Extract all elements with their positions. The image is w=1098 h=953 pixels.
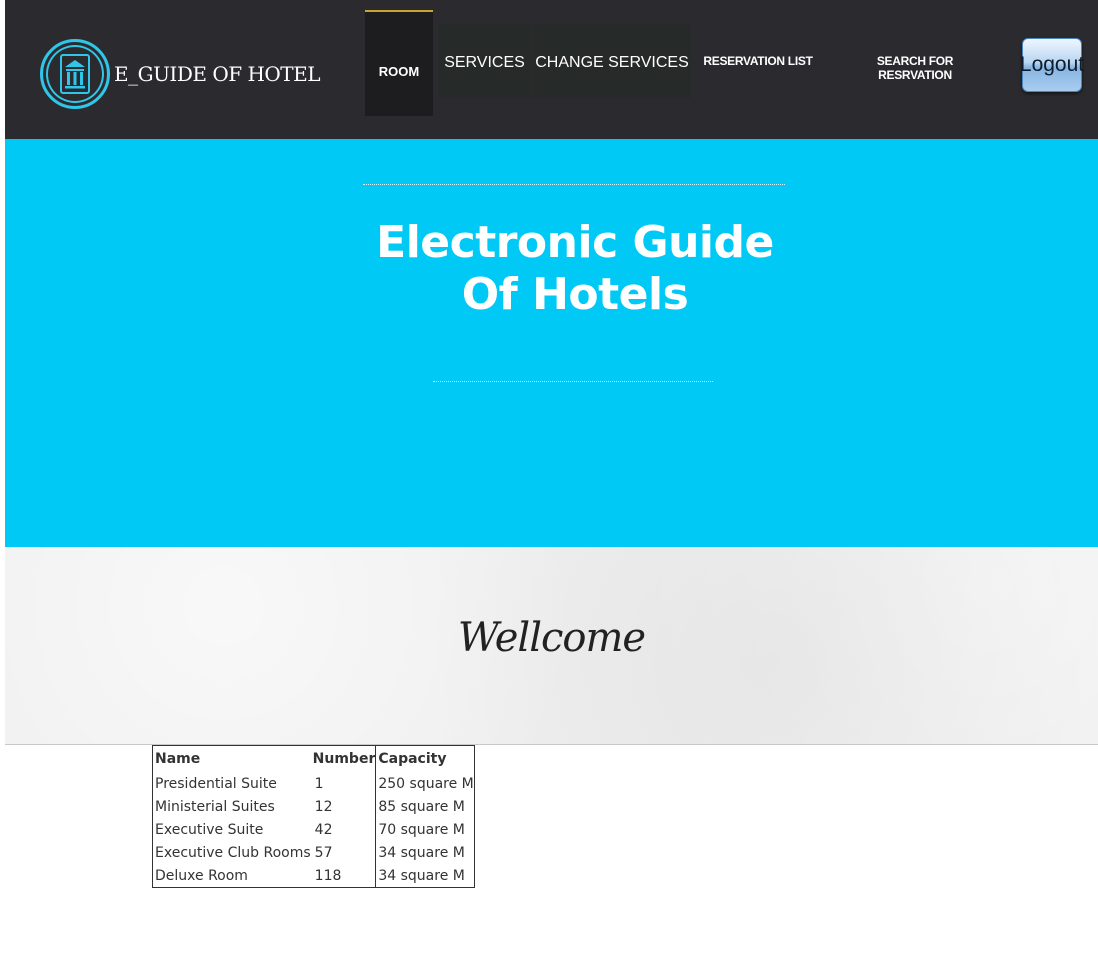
room-number: 118 — [314, 867, 342, 884]
nav-room[interactable]: ROOM — [365, 10, 433, 116]
hero-title: Electronic Guide Of Hotels — [325, 217, 825, 321]
room-name: Deluxe Room — [155, 867, 248, 884]
room-name: Ministerial Suites — [155, 798, 275, 815]
hero-divider-top — [363, 184, 785, 185]
table-row: Presidential Suite 1 250 square M — [153, 772, 475, 795]
room-number: 12 — [314, 798, 333, 815]
hero-title-line-1: Electronic Guide — [376, 217, 774, 268]
brand[interactable]: E_GUIDE OF HOTEL — [40, 32, 321, 116]
table-row: Executive Suite 42 70 square M — [153, 818, 475, 841]
welcome-section: Wellcome — [5, 547, 1098, 745]
hotel-building-icon — [40, 39, 110, 109]
nav-services[interactable]: SERVICES — [438, 24, 531, 98]
table-row: Executive Club Rooms 57 34 square M — [153, 841, 475, 864]
brand-name: E_GUIDE OF HOTEL — [114, 62, 321, 86]
room-capacity: 34 square M — [375, 864, 475, 888]
room-name: Executive Club Rooms — [155, 844, 311, 861]
column-header-name: Name — [155, 751, 201, 767]
logout-button[interactable]: Logout — [1020, 38, 1084, 92]
room-name: Executive Suite — [155, 821, 264, 838]
room-capacity: 85 square M — [375, 795, 475, 818]
room-capacity: 70 square M — [375, 818, 475, 841]
hero-divider-bottom — [433, 381, 713, 382]
hero-banner: Electronic Guide Of Hotels — [5, 139, 1098, 547]
table-header-row: Name Number Capacity — [153, 745, 475, 772]
room-name: Presidential Suite — [155, 775, 277, 792]
nav-search-reservation[interactable]: SEARCH FOR RESRVATION — [840, 54, 990, 82]
rooms-table: Name Number Capacity Presidential Suite … — [152, 745, 475, 888]
room-capacity: 250 square M — [375, 772, 475, 795]
room-capacity: 34 square M — [375, 841, 475, 864]
column-header-capacity: Capacity — [375, 745, 475, 772]
table-row: Ministerial Suites 12 85 square M — [153, 795, 475, 818]
nav-reservation-list[interactable]: RESERVATION LIST — [703, 54, 813, 68]
hero-title-line-2: Of Hotels — [461, 269, 689, 320]
room-number: 57 — [314, 844, 333, 861]
top-navbar: E_GUIDE OF HOTEL ROOM SERVICES CHANGE SE… — [5, 0, 1098, 139]
room-number: 1 — [314, 775, 324, 792]
nav-change-services[interactable]: CHANGE SERVICES — [533, 24, 691, 98]
table-row: Deluxe Room 118 34 square M — [153, 864, 475, 888]
column-header-number: Number — [312, 751, 376, 767]
room-number: 42 — [314, 821, 333, 838]
welcome-heading: Wellcome — [457, 615, 646, 661]
